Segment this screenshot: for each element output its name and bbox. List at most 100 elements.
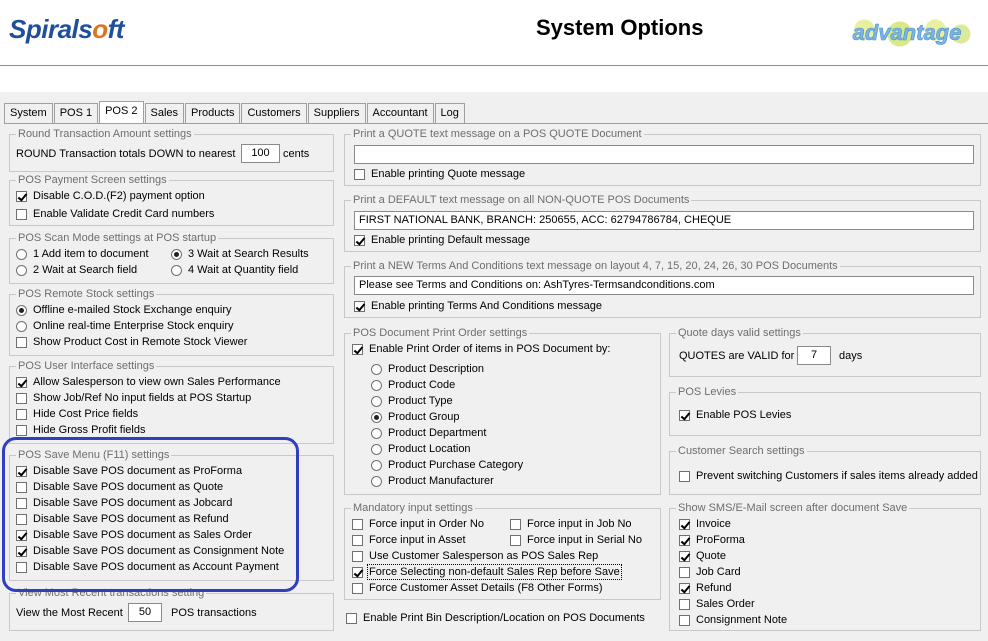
job-no-row[interactable]: Force input in Job No xyxy=(510,517,632,531)
sms-checkbox-refund[interactable] xyxy=(679,582,690,594)
sms-checkbox-quote[interactable] xyxy=(679,550,690,562)
ui-checkbox-2[interactable] xyxy=(16,392,27,404)
save-option-7[interactable]: Disable Save POS document as Account Pay… xyxy=(16,560,279,574)
save-checkbox-3[interactable] xyxy=(16,497,27,509)
tab-customers[interactable]: Customers xyxy=(241,103,307,124)
asset-checkbox[interactable] xyxy=(352,534,363,546)
ui-checkbox-1[interactable] xyxy=(16,376,27,388)
print-order-radio-4[interactable] xyxy=(371,411,382,423)
terms-msg-checkbox[interactable] xyxy=(354,300,365,312)
sms-option-refund[interactable]: Refund xyxy=(679,581,731,595)
save-option-1[interactable]: Disable Save POS document as ProForma xyxy=(16,464,242,478)
cust-asset-checkbox[interactable] xyxy=(352,582,363,594)
save-option-5[interactable]: Disable Save POS document as Sales Order xyxy=(16,528,252,542)
serial-no-checkbox[interactable] xyxy=(510,534,521,546)
ui-checkbox-3[interactable] xyxy=(16,408,27,420)
save-checkbox-4[interactable] xyxy=(16,513,27,525)
save-option-3[interactable]: Disable Save POS document as Jobcard xyxy=(16,496,232,510)
print-order-option-8[interactable]: Product Manufacturer xyxy=(371,474,494,488)
tab-accountant[interactable]: Accountant xyxy=(366,103,434,124)
scan-option-1[interactable]: 1 Add item to document xyxy=(16,247,149,261)
remote-radio-1[interactable] xyxy=(16,304,27,316)
sms-checkbox-proforma[interactable] xyxy=(679,534,690,546)
tab-products[interactable]: Products xyxy=(185,103,241,124)
validate-card-checkbox[interactable] xyxy=(16,208,27,220)
remote-option-2[interactable]: Online real-time Enterprise Stock enquir… xyxy=(16,319,234,333)
ui-option-3[interactable]: Hide Cost Price fields xyxy=(16,407,138,421)
print-order-checkbox[interactable] xyxy=(352,343,363,355)
quote-days-input[interactable]: 7 xyxy=(797,346,831,365)
quote-msg-checkbox[interactable] xyxy=(354,168,365,180)
order-no-row[interactable]: Force input in Order No xyxy=(352,517,484,531)
default-msg-checkbox[interactable] xyxy=(354,234,365,246)
remote-radio-2[interactable] xyxy=(16,320,27,332)
scan-option-2[interactable]: 2 Wait at Search field xyxy=(16,263,137,277)
print-order-option-3[interactable]: Product Type xyxy=(371,394,453,408)
tab-pos2[interactable]: POS 2 xyxy=(99,101,144,124)
validate-card-row[interactable]: Enable Validate Credit Card numbers xyxy=(16,207,214,221)
save-checkbox-5[interactable] xyxy=(16,529,27,541)
order-no-checkbox[interactable] xyxy=(352,518,363,530)
print-order-radio-5[interactable] xyxy=(371,427,382,439)
scan-radio-4[interactable] xyxy=(171,264,182,276)
save-checkbox-7[interactable] xyxy=(16,561,27,573)
print-order-enable-row[interactable]: Enable Print Order of items in POS Docum… xyxy=(352,342,611,356)
levies-row[interactable]: Enable POS Levies xyxy=(679,408,791,422)
print-order-option-1[interactable]: Product Description xyxy=(371,362,484,376)
levies-checkbox[interactable] xyxy=(679,409,690,421)
cod-checkbox[interactable] xyxy=(16,190,27,202)
save-checkbox-1[interactable] xyxy=(16,465,27,477)
tab-log[interactable]: Log xyxy=(434,103,465,124)
round-cents-input[interactable]: 100 xyxy=(241,144,280,163)
scan-option-3[interactable]: 3 Wait at Search Results xyxy=(171,247,309,261)
sms-checkbox-sales-order[interactable] xyxy=(679,598,690,610)
print-order-option-5[interactable]: Product Department xyxy=(371,426,486,440)
sms-option-jobcard[interactable]: Job Card xyxy=(679,565,741,579)
sms-checkbox-invoice[interactable] xyxy=(679,518,690,530)
remote-cost-row[interactable]: Show Product Cost in Remote Stock Viewer xyxy=(16,335,247,349)
print-order-option-4[interactable]: Product Group xyxy=(371,410,460,424)
scan-option-4[interactable]: 4 Wait at Quantity field xyxy=(171,263,298,277)
scan-radio-1[interactable] xyxy=(16,248,27,260)
tab-sales[interactable]: Sales xyxy=(144,103,185,124)
save-option-6[interactable]: Disable Save POS document as Consignment… xyxy=(16,544,284,558)
print-order-radio-3[interactable] xyxy=(371,395,382,407)
tab-system[interactable]: System xyxy=(4,103,53,124)
sms-option-consignment[interactable]: Consignment Note xyxy=(679,613,787,627)
terms-msg-input[interactable]: Please see Terms and Conditions on: AshT… xyxy=(354,276,974,295)
cod-checkbox-row[interactable]: Disable C.O.D.(F2) payment option xyxy=(16,189,205,203)
ui-checkbox-4[interactable] xyxy=(16,424,27,436)
cust-rep-row[interactable]: Use Customer Salesperson as POS Sales Re… xyxy=(352,549,598,563)
remote-cost-checkbox[interactable] xyxy=(16,336,27,348)
sms-checkbox-consignment[interactable] xyxy=(679,614,690,626)
print-order-radio-1[interactable] xyxy=(371,363,382,375)
tab-suppliers[interactable]: Suppliers xyxy=(307,103,366,124)
serial-no-row[interactable]: Force input in Serial No xyxy=(510,533,642,547)
sms-checkbox-jobcard[interactable] xyxy=(679,566,690,578)
sms-option-invoice[interactable]: Invoice xyxy=(679,517,731,531)
ui-option-2[interactable]: Show Job/Ref No input fields at POS Star… xyxy=(16,391,251,405)
scan-radio-2[interactable] xyxy=(16,264,27,276)
print-order-option-7[interactable]: Product Purchase Category xyxy=(371,458,523,472)
save-option-4[interactable]: Disable Save POS document as Refund xyxy=(16,512,229,526)
non-default-rep-checkbox[interactable] xyxy=(352,566,363,578)
cust-rep-checkbox[interactable] xyxy=(352,550,363,562)
non-default-rep-row[interactable]: Force Selecting non-default Sales Rep be… xyxy=(352,564,622,580)
tab-pos1[interactable]: POS 1 xyxy=(53,103,99,124)
default-msg-enable-row[interactable]: Enable printing Default message xyxy=(354,233,530,247)
cust-asset-row[interactable]: Force Customer Asset Details (F8 Other F… xyxy=(352,581,603,595)
sms-option-proforma[interactable]: ProForma xyxy=(679,533,745,547)
sms-option-sales-order[interactable]: Sales Order xyxy=(679,597,755,611)
bin-checkbox[interactable] xyxy=(346,612,357,624)
ui-option-4[interactable]: Hide Gross Profit fields xyxy=(16,423,145,437)
asset-row[interactable]: Force input in Asset xyxy=(352,533,466,547)
cust-search-checkbox[interactable] xyxy=(679,470,690,482)
recent-count-input[interactable]: 50 xyxy=(128,603,162,622)
quote-msg-input[interactable] xyxy=(354,145,974,164)
save-option-2[interactable]: Disable Save POS document as Quote xyxy=(16,480,223,494)
cust-search-row[interactable]: Prevent switching Customers if sales ite… xyxy=(679,469,978,483)
job-no-checkbox[interactable] xyxy=(510,518,521,530)
print-order-option-6[interactable]: Product Location xyxy=(371,442,471,456)
ui-option-1[interactable]: Allow Salesperson to view own Sales Perf… xyxy=(16,375,281,389)
sms-option-quote[interactable]: Quote xyxy=(679,549,726,563)
